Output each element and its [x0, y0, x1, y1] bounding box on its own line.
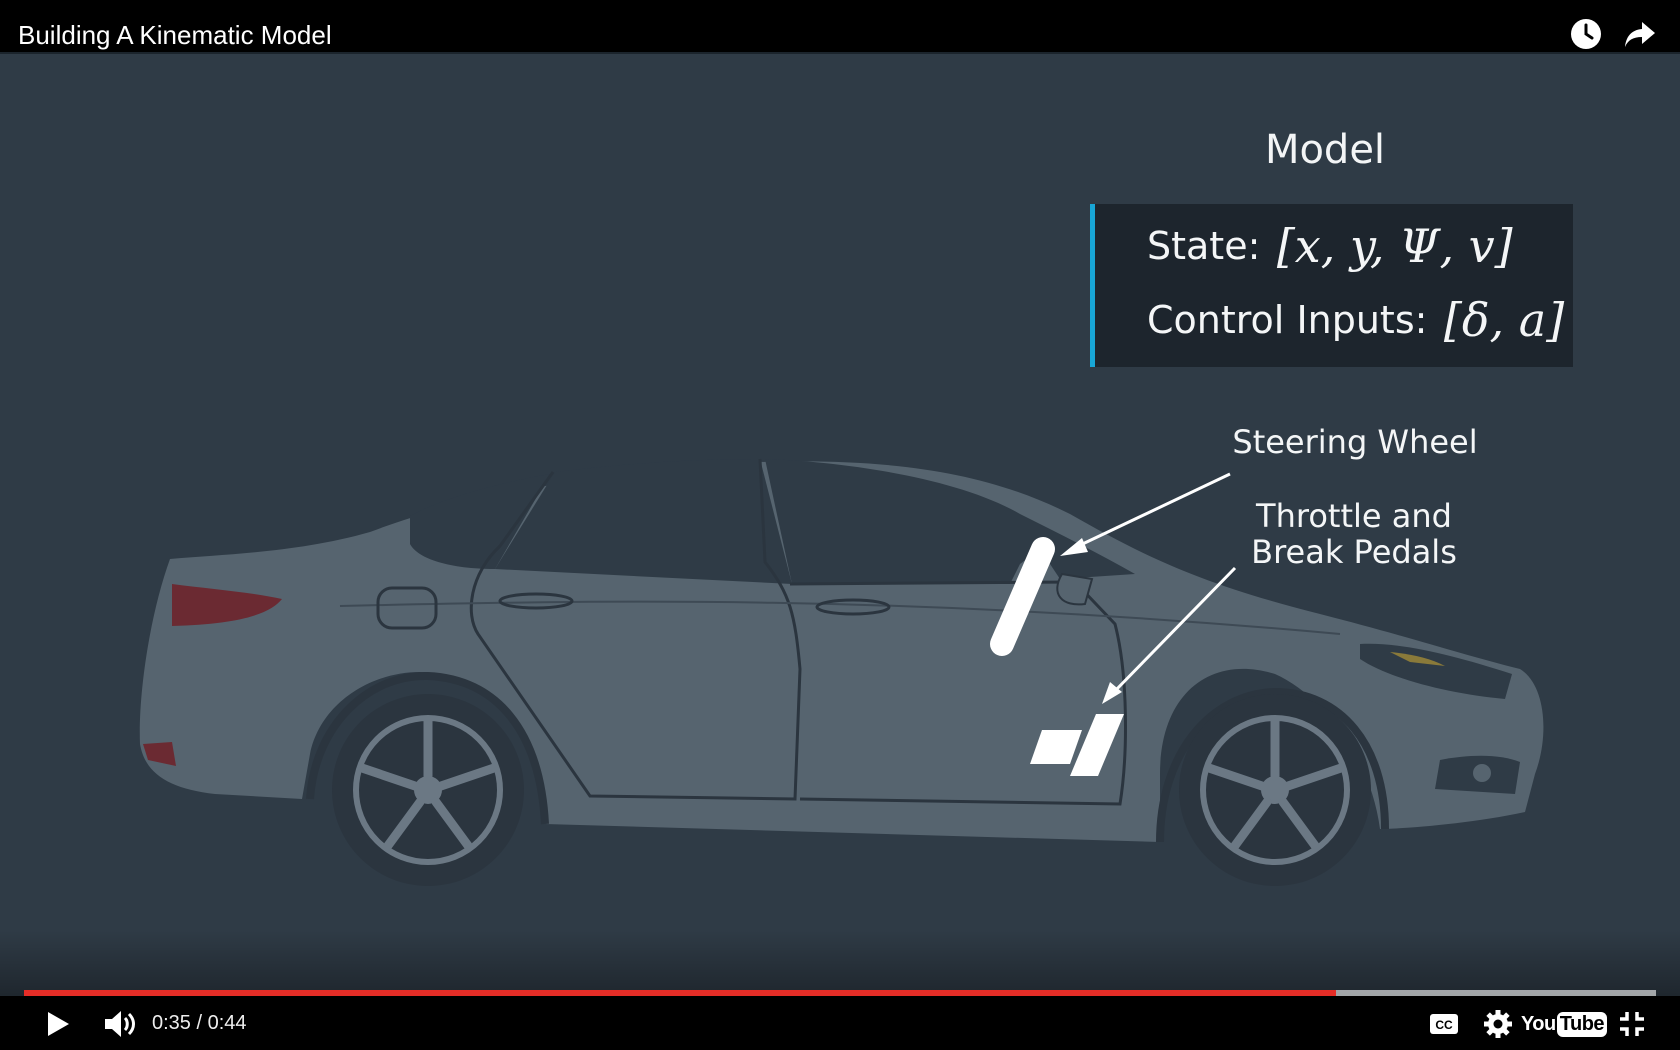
controls-gradient	[0, 930, 1680, 996]
play-button[interactable]	[38, 1004, 78, 1044]
state-formula: [x, y, Ψ, v]	[1276, 219, 1513, 273]
pedals-callout-line1: Throttle and	[1256, 497, 1452, 535]
captions-button[interactable]: CC	[1424, 1004, 1464, 1044]
title-bar: Building A Kinematic Model	[0, 0, 1680, 54]
settings-button[interactable]	[1478, 1004, 1518, 1044]
clock-icon[interactable]	[1568, 16, 1604, 52]
gear-icon	[1484, 1010, 1512, 1038]
youtube-logo[interactable]: You Tube	[1521, 1004, 1608, 1044]
pedals-callout: Throttle and Break Pedals	[1222, 498, 1486, 570]
control-inputs-label: Control Inputs:	[1147, 298, 1428, 342]
exit-fullscreen-icon	[1620, 1012, 1644, 1036]
video-player: Building A Kinematic Model Model State: …	[0, 0, 1680, 1050]
control-bar: 0:35 / 0:44 CC You Tube	[0, 996, 1680, 1050]
volume-icon	[105, 1011, 135, 1037]
youtube-logo-tube: Tube	[1556, 1011, 1608, 1037]
video-frame[interactable]: Model State: [x, y, Ψ, v] Control Inputs…	[0, 54, 1680, 996]
steering-wheel-callout: Steering Wheel	[1232, 423, 1478, 461]
front-wheel	[1179, 694, 1371, 886]
state-label: State:	[1147, 224, 1261, 268]
control-inputs-formula: [δ, a]	[1443, 293, 1565, 347]
model-box: State: [x, y, Ψ, v] Control Inputs: [δ, …	[1090, 204, 1573, 367]
time-separator: /	[190, 1012, 208, 1034]
pedals-callout-line2: Break Pedals	[1251, 533, 1457, 571]
svg-text:CC: CC	[1435, 1018, 1453, 1032]
exit-fullscreen-button[interactable]	[1612, 1004, 1652, 1044]
rear-wheel	[332, 694, 524, 886]
current-time: 0:35	[152, 1012, 191, 1034]
video-title[interactable]: Building A Kinematic Model	[18, 18, 332, 52]
time-display: 0:35 / 0:44	[152, 1010, 247, 1036]
captions-icon: CC	[1430, 1014, 1458, 1034]
state-row: State: [x, y, Ψ, v]	[1147, 220, 1513, 272]
model-title: Model	[1264, 127, 1386, 173]
play-icon	[48, 1012, 69, 1036]
volume-button[interactable]	[98, 1004, 142, 1044]
youtube-logo-you: You	[1520, 1012, 1556, 1035]
duration: 0:44	[207, 1012, 247, 1034]
share-arrow-icon[interactable]	[1622, 16, 1658, 52]
control-row: Control Inputs: [δ, a]	[1147, 294, 1564, 346]
